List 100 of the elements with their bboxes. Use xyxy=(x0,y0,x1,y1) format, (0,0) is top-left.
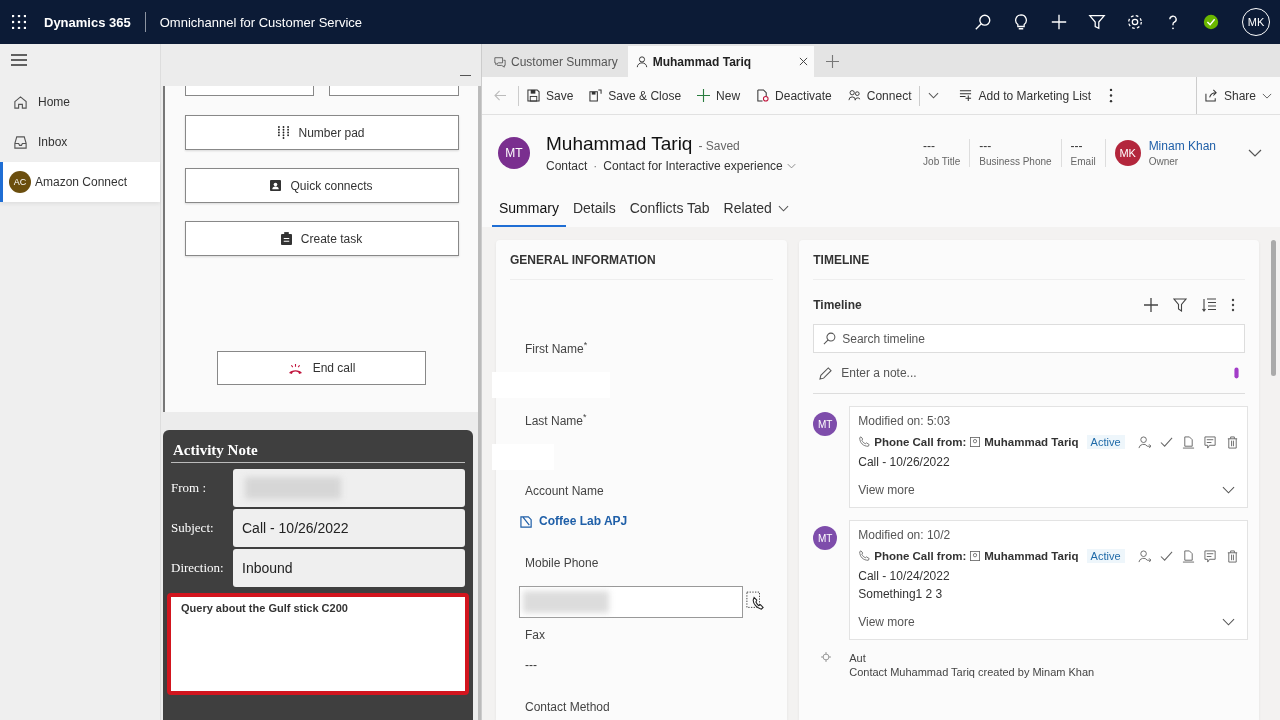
plus-icon[interactable] xyxy=(1144,298,1159,312)
note-text-area[interactable]: Query about the Gulf stick C200 xyxy=(167,593,469,695)
status-icon[interactable] xyxy=(1202,13,1220,31)
command-button[interactable]: Save xyxy=(519,80,582,111)
chevron-down-icon[interactable] xyxy=(928,92,940,99)
add-tab-icon[interactable] xyxy=(825,55,839,68)
plus-icon xyxy=(697,89,711,102)
chevron-down-icon xyxy=(1262,92,1272,99)
minimize-icon[interactable] xyxy=(460,74,471,76)
form-tab[interactable]: Related xyxy=(716,191,796,227)
end-call-button[interactable]: End call xyxy=(217,351,426,385)
softphone-button[interactable]: Create task xyxy=(184,221,459,256)
person-icon xyxy=(635,55,648,68)
close-icon[interactable] xyxy=(798,57,808,66)
filter-icon[interactable] xyxy=(1088,13,1106,31)
menu-icon[interactable] xyxy=(11,54,27,66)
chevron-down-icon[interactable] xyxy=(1221,618,1235,626)
account-icon xyxy=(520,514,533,528)
document-icon[interactable] xyxy=(1181,435,1195,449)
entry-title: Aut xyxy=(849,652,867,664)
more-icon[interactable] xyxy=(1231,298,1236,312)
cut-off-button[interactable] xyxy=(329,86,459,96)
lightbulb-icon[interactable] xyxy=(1012,13,1030,31)
entry-avatar: MT xyxy=(813,412,838,436)
header-value: --- xyxy=(979,139,992,153)
section-title: GENERAL INFORMATION xyxy=(510,240,774,280)
delete-icon[interactable] xyxy=(1225,549,1239,563)
note-field[interactable]: Enter a note... xyxy=(813,353,1246,394)
share-button[interactable]: Share xyxy=(1196,80,1280,111)
softphone-button[interactable]: Quick connects xyxy=(184,168,459,203)
command-button[interactable]: Connect xyxy=(839,80,920,111)
scrollbar[interactable] xyxy=(1271,240,1276,376)
delete-icon[interactable] xyxy=(1225,435,1239,449)
search-field[interactable]: Search timeline xyxy=(813,324,1246,353)
filter-icon[interactable] xyxy=(1173,298,1188,312)
form-tab[interactable]: Summary xyxy=(492,191,566,227)
session-tab[interactable]: Muhammad Tariq xyxy=(627,46,814,77)
nav-item[interactable]: Inbox xyxy=(0,122,160,162)
entry-text: Something1 2 3 xyxy=(858,587,944,601)
check-icon[interactable] xyxy=(1159,435,1173,449)
contact-link[interactable]: Muhammad Tariq xyxy=(984,436,1079,448)
nav-item[interactable]: Home xyxy=(0,82,160,122)
section-title: TIMELINE xyxy=(813,240,1246,280)
view-more-link[interactable]: View more xyxy=(858,483,915,497)
contact-link[interactable]: Muhammad Tariq xyxy=(984,550,1079,562)
cut-off-button[interactable] xyxy=(184,86,314,96)
chat-icon xyxy=(494,55,506,68)
form-tab[interactable]: Details xyxy=(565,191,623,227)
view-more-link[interactable]: View more xyxy=(858,615,915,629)
more-icon[interactable] xyxy=(1109,88,1114,103)
header-label: Email xyxy=(1070,156,1096,167)
panel-title: Activity Note xyxy=(171,438,465,463)
phone-field[interactable] xyxy=(519,586,743,618)
account-link[interactable]: Coffee Lab APJ xyxy=(520,514,774,528)
input-field[interactable]: Call - 10/26/2022 xyxy=(233,509,465,547)
assign-icon[interactable] xyxy=(1137,435,1151,449)
nav-item[interactable]: AC Amazon Connect xyxy=(0,162,160,202)
field-label: Subject: xyxy=(171,520,215,536)
form-tab[interactable]: Conflicts Tab xyxy=(622,191,717,227)
field-label: Mobile Phone xyxy=(525,556,600,570)
command-button[interactable]: Add to Marketing List xyxy=(951,80,1100,111)
command-button[interactable]: New xyxy=(689,80,749,111)
assign-icon[interactable] xyxy=(1137,549,1151,563)
save-status: - Saved xyxy=(698,139,740,153)
dialpad-icon xyxy=(278,126,290,139)
modified-date: Modified on: 10/2 xyxy=(858,528,952,542)
save-icon xyxy=(527,89,540,102)
call-icon[interactable] xyxy=(746,591,764,613)
session-tab[interactable]: Customer Summary xyxy=(492,46,626,77)
owner-link[interactable]: Minam Khan xyxy=(1148,139,1216,153)
header-label: Owner xyxy=(1148,156,1180,167)
field-label: Fax xyxy=(525,628,546,642)
notes-icon[interactable] xyxy=(1203,435,1217,449)
contact-icon xyxy=(970,551,981,561)
header-value: --- xyxy=(1070,139,1083,153)
phone-icon xyxy=(858,550,871,562)
document-icon[interactable] xyxy=(1181,549,1195,563)
input-field[interactable]: Inbound xyxy=(233,549,465,587)
input-field[interactable] xyxy=(233,469,465,507)
app-name[interactable]: Dynamics 365 xyxy=(44,14,131,30)
app-launcher-icon[interactable] xyxy=(12,15,26,29)
softphone-button[interactable]: Number pad xyxy=(184,115,459,150)
search-icon[interactable] xyxy=(974,13,992,31)
entry-text: Contact Muhammad Tariq created by Minam Khan xyxy=(849,666,1095,678)
chevron-down-icon[interactable] xyxy=(1221,486,1235,494)
list-add-icon xyxy=(959,89,973,102)
status-tag: Active xyxy=(1086,549,1125,563)
form-selector[interactable]: Contact for Interactive experience xyxy=(603,159,796,173)
command-button[interactable]: Save & Close xyxy=(581,80,690,111)
record-avatar: MT xyxy=(498,137,530,169)
attachment-icon xyxy=(1234,366,1240,380)
app-badge: AC xyxy=(9,171,31,193)
chevron-down-icon[interactable] xyxy=(1248,149,1262,157)
settings-icon[interactable] xyxy=(1126,13,1144,31)
check-icon[interactable] xyxy=(1159,549,1173,563)
clipboard-icon xyxy=(280,232,292,245)
notes-icon[interactable] xyxy=(1203,549,1217,563)
timeline-title: Timeline xyxy=(813,298,862,312)
sort-icon[interactable] xyxy=(1202,298,1217,312)
command-button[interactable]: Deactivate xyxy=(748,80,840,111)
